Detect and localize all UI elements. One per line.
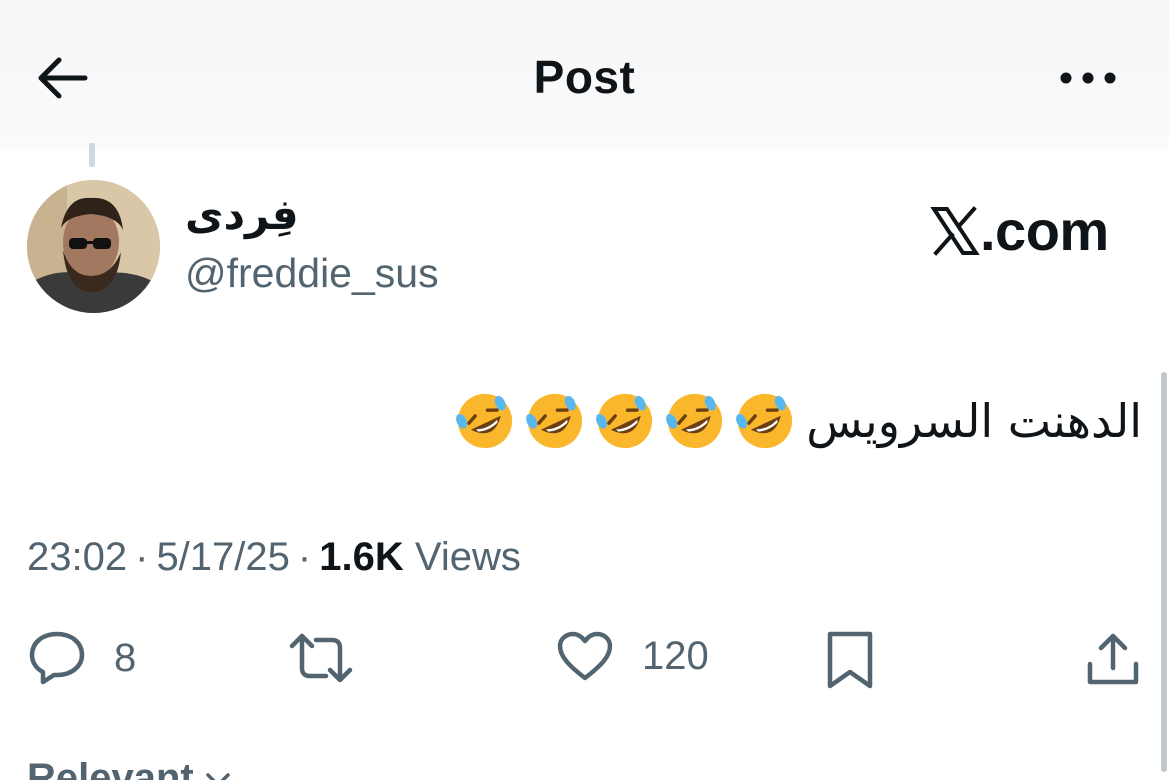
repost-icon <box>289 633 353 683</box>
rolling-on-floor-laughing-emoji <box>736 393 793 449</box>
thread-connector <box>89 143 95 167</box>
views-label: Views <box>414 535 521 579</box>
like-count: 120 <box>642 633 709 678</box>
avatar[interactable] <box>27 180 160 313</box>
rolling-on-floor-laughing-emoji <box>596 393 653 449</box>
page-title: Post <box>533 51 636 103</box>
more-options-button[interactable] <box>1057 58 1119 98</box>
reply-icon <box>29 631 85 685</box>
repost-button[interactable] <box>288 630 354 686</box>
emoji-row <box>454 390 796 452</box>
rolling-on-floor-laughing-emoji <box>666 393 723 449</box>
avatar-photo <box>27 180 160 313</box>
meta-separator: · <box>297 535 312 579</box>
scrollbar[interactable] <box>1161 372 1169 772</box>
author-handle[interactable]: @freddie_sus <box>185 250 439 297</box>
like-button[interactable]: 120 <box>556 630 709 682</box>
share-button[interactable] <box>1084 630 1142 688</box>
author-display-name[interactable]: فِردی <box>185 190 299 239</box>
more-horizontal-icon <box>1060 72 1116 84</box>
post-time[interactable]: 23:02 <box>27 535 127 579</box>
replies-sort-label: Relevant <box>27 756 194 780</box>
views-count: 1.6K <box>319 535 404 579</box>
rolling-on-floor-laughing-emoji <box>456 393 513 449</box>
post-page: Post فِردی @freddie_sus .com الدهنت السر… <box>0 0 1169 780</box>
reply-button[interactable]: 8 <box>28 630 136 686</box>
heart-icon <box>557 631 613 681</box>
rolling-on-floor-laughing-emoji <box>526 393 583 449</box>
share-icon <box>1087 633 1139 685</box>
x-com-watermark: .com <box>930 198 1109 263</box>
replies-sort-dropdown[interactable]: Relevant <box>27 756 231 780</box>
post-date[interactable]: 5/17/25 <box>156 535 289 579</box>
meta-separator: · <box>135 535 149 579</box>
x-logo-icon <box>930 205 980 256</box>
bookmark-icon <box>827 631 873 689</box>
bookmark-button[interactable] <box>826 630 874 690</box>
reply-count: 8 <box>114 635 137 680</box>
post-meta: 23:02 · 5/17/25 · 1.6K Views <box>27 535 521 580</box>
post-body: الدهنت السرويس <box>454 390 1142 452</box>
post-text: الدهنت السرويس <box>806 394 1142 448</box>
brand-label: .com <box>980 199 1109 262</box>
chevron-down-icon <box>206 773 230 780</box>
scrollbar-thumb[interactable] <box>1161 372 1167 772</box>
header-bar: Post <box>0 0 1169 150</box>
